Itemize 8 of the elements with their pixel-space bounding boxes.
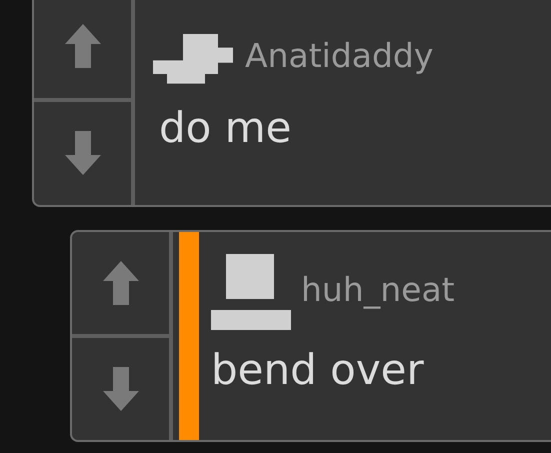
upvote-icon [100, 259, 140, 307]
comment-text: bend over [211, 344, 425, 396]
downvote-icon [100, 365, 140, 413]
username[interactable]: Anatidaddy [245, 31, 434, 81]
username[interactable]: huh_neat [301, 265, 455, 315]
upvote-icon [62, 22, 102, 70]
comment-text: do me [158, 102, 292, 154]
downvote-icon [62, 129, 102, 178]
